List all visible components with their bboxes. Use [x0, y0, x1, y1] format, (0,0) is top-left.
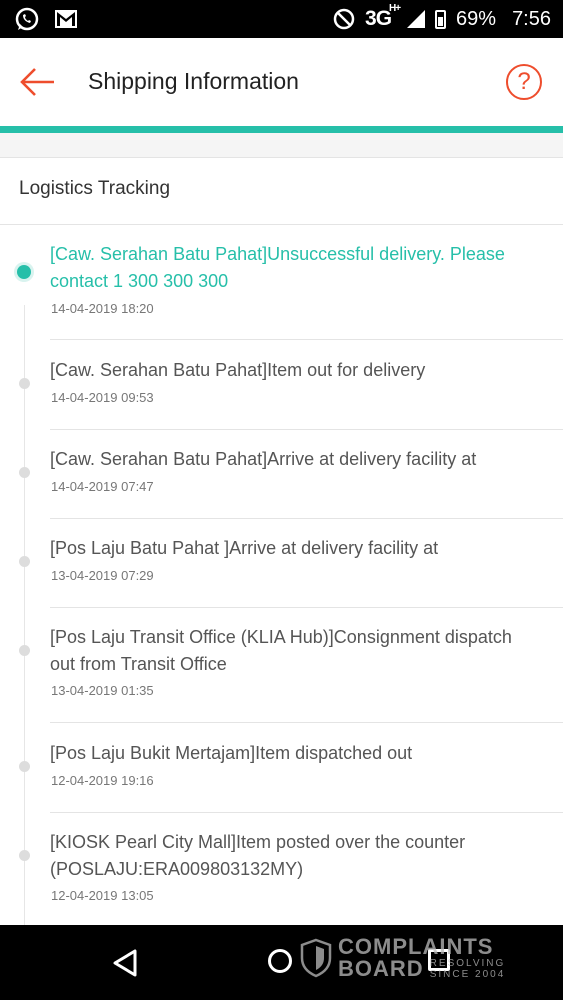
tracking-time: 13-04-2019 07:29 — [51, 568, 154, 583]
tracking-text: [Caw. Serahan Batu Pahat]Unsuccessful de… — [50, 244, 505, 291]
tracking-text: [Pos Laju Transit Office (KLIA Hub)]Cons… — [50, 627, 512, 674]
battery-icon — [435, 9, 447, 29]
tracking-text: [Caw. Serahan Batu Pahat]Item out for de… — [50, 360, 426, 380]
accent-divider — [0, 126, 563, 133]
row-divider — [50, 339, 563, 340]
row-divider — [50, 518, 563, 519]
app-bar: Shipping Information ? — [0, 38, 563, 126]
row-divider — [50, 607, 563, 608]
tracking-text: [Caw. Serahan Batu Pahat]Arrive at deliv… — [50, 449, 477, 469]
section-header: Logistics Tracking — [0, 158, 563, 225]
status-bar: 3G H+ 69% 7:56 — [0, 0, 563, 38]
nav-home-icon[interactable] — [268, 949, 292, 973]
tracking-time: 12-04-2019 13:05 — [51, 888, 154, 903]
help-button[interactable]: ? — [506, 64, 542, 100]
status-dot — [19, 378, 30, 389]
status-dot — [19, 556, 30, 567]
nav-back-icon[interactable] — [112, 949, 138, 977]
watermark-line3: RESOLVING — [429, 958, 506, 969]
whatsapp-icon — [15, 7, 39, 31]
network-type: 3G H+ — [365, 3, 401, 30]
page-title: Shipping Information — [88, 68, 299, 94]
status-dot — [19, 761, 30, 772]
tracking-time: 14-04-2019 18:20 — [51, 301, 154, 316]
watermark-line1: COMPLAINTS — [338, 934, 494, 959]
tracking-time: 14-04-2019 07:47 — [51, 479, 154, 494]
back-button[interactable] — [18, 62, 58, 102]
status-dot — [19, 850, 30, 861]
section-gap — [0, 133, 563, 158]
system-status: 3G H+ 69% 7:56 — [333, 0, 551, 38]
timeline-line — [24, 305, 25, 925]
row-divider — [50, 429, 563, 430]
watermark-line4: SINCE 2004 — [429, 969, 506, 980]
tracking-text: [KIOSK Pearl City Mall]Item posted over … — [50, 832, 466, 879]
notification-icons — [14, 6, 78, 32]
status-dot — [19, 645, 30, 656]
signal-icon — [407, 10, 426, 28]
tracking-time: 14-04-2019 09:53 — [51, 390, 154, 405]
row-divider — [50, 722, 563, 723]
status-dot — [19, 467, 30, 478]
tracking-text: [Pos Laju Bukit Mertajam]Item dispatched… — [50, 743, 413, 763]
section-title: Logistics Tracking — [19, 178, 171, 199]
tracking-time: 12-04-2019 19:16 — [51, 773, 154, 788]
arrow-left-icon — [20, 68, 54, 96]
status-dot-active — [17, 265, 31, 279]
clock: 7:56 — [512, 7, 551, 30]
shield-icon — [300, 938, 332, 978]
watermark: COMPLAINTS BOARD RESOLVING SINCE 2004 — [300, 935, 505, 981]
battery-percent: 69% — [456, 7, 497, 30]
watermark-line2: BOARD — [338, 956, 424, 981]
row-divider — [50, 812, 563, 813]
gmail-icon — [55, 10, 77, 28]
tracking-time: 13-04-2019 01:35 — [51, 683, 154, 698]
tracking-text: [Pos Laju Batu Pahat ]Arrive at delivery… — [50, 538, 439, 558]
do-not-disturb-icon — [333, 8, 355, 30]
